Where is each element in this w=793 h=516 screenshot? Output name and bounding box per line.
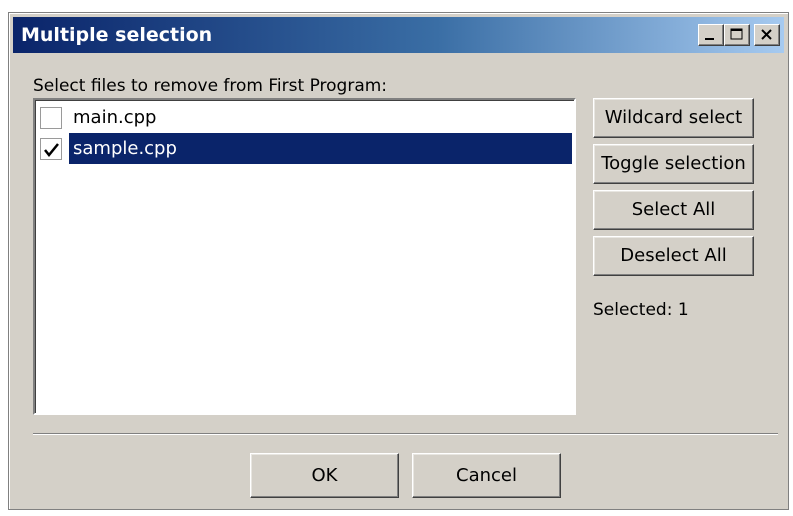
instruction-label: Select files to remove from First Progra… xyxy=(33,76,388,96)
close-button[interactable] xyxy=(754,24,780,46)
selected-count: Selected: 1 xyxy=(593,300,689,320)
ok-button[interactable]: OK xyxy=(250,453,399,498)
deselect-all-button[interactable]: Deselect All xyxy=(593,236,754,276)
divider xyxy=(33,433,778,435)
cancel-button[interactable]: Cancel xyxy=(412,453,561,498)
minimize-button[interactable] xyxy=(698,24,724,46)
title-bar[interactable]: Multiple selection xyxy=(13,17,784,53)
close-icon xyxy=(761,29,772,40)
list-item-label: sample.cpp xyxy=(69,133,572,164)
wildcard-select-button[interactable]: Wildcard select xyxy=(593,98,754,138)
maximize-button[interactable] xyxy=(724,24,750,46)
checkmark-icon xyxy=(44,143,59,157)
minimize-icon xyxy=(705,38,714,40)
list-item-label: main.cpp xyxy=(73,107,157,128)
checkbox-sample-cpp[interactable] xyxy=(40,138,62,160)
select-all-button[interactable]: Select All xyxy=(593,190,754,230)
dialog-window: Multiple selection Select files to remov… xyxy=(8,12,789,510)
list-item-main-cpp[interactable]: main.cpp xyxy=(38,102,572,133)
maximize-icon xyxy=(730,28,743,40)
list-item-sample-cpp[interactable]: sample.cpp xyxy=(38,133,572,164)
toggle-selection-button[interactable]: Toggle selection xyxy=(593,144,754,184)
checkbox-main-cpp[interactable] xyxy=(40,107,62,129)
window-title: Multiple selection xyxy=(21,24,213,46)
file-listbox[interactable]: main.cpp sample.cpp xyxy=(33,98,576,415)
